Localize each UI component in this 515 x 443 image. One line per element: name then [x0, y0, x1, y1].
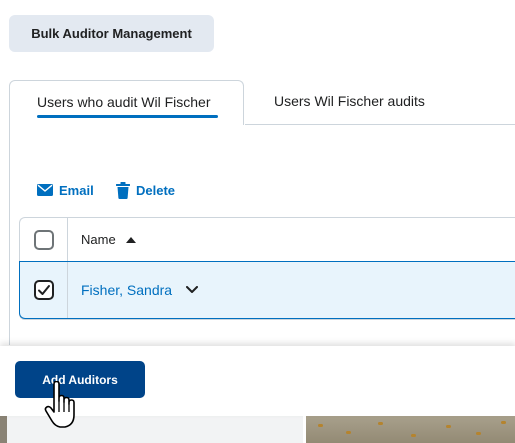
- column-divider: [67, 262, 68, 318]
- envelope-icon: [37, 184, 53, 196]
- table-header-row: Name: [20, 218, 515, 262]
- image-texture: [318, 424, 323, 427]
- auditors-table: Name Fisher, Sandra: [19, 217, 515, 320]
- tab-users-who-audit[interactable]: Users who audit Wil Fischer: [9, 80, 244, 125]
- image-texture: [378, 422, 383, 425]
- panel-border: [9, 125, 10, 345]
- trash-icon: [116, 181, 130, 199]
- image-texture: [346, 431, 351, 434]
- table-row[interactable]: Fisher, Sandra: [19, 261, 515, 319]
- column-divider: [67, 218, 68, 261]
- background-image-left: [0, 416, 7, 443]
- email-button[interactable]: Email: [37, 180, 94, 200]
- tab-divider: [245, 124, 515, 125]
- chevron-down-icon[interactable]: [186, 286, 198, 294]
- bulk-auditor-management-button[interactable]: Bulk Auditor Management: [9, 15, 214, 52]
- delete-label: Delete: [136, 182, 176, 198]
- background-image-right: [306, 416, 515, 443]
- selected-tab-indicator: [37, 115, 218, 118]
- add-auditors-button[interactable]: Add Auditors: [15, 361, 145, 398]
- checkmark-icon: [38, 285, 50, 295]
- user-name-link[interactable]: Fisher, Sandra: [81, 282, 172, 298]
- tab-users-who-audit-label: Users who audit Wil Fischer: [37, 94, 211, 110]
- image-texture: [411, 434, 416, 437]
- hand-pointer-cursor-icon: [44, 381, 75, 428]
- sort-ascending-icon: [125, 236, 136, 243]
- image-texture: [501, 421, 506, 424]
- image-texture: [476, 432, 481, 435]
- select-all-checkbox[interactable]: [34, 230, 54, 250]
- row-checkbox[interactable]: [34, 280, 54, 300]
- delete-button[interactable]: Delete: [116, 180, 175, 200]
- tab-bar: Users who audit Wil Fischer Users Wil Fi…: [0, 80, 515, 125]
- name-column-header[interactable]: Name: [81, 232, 136, 247]
- tab-users-audited[interactable]: Users Wil Fischer audits: [274, 93, 425, 109]
- email-label: Email: [59, 182, 94, 198]
- image-texture: [446, 425, 451, 428]
- name-column-label: Name: [81, 232, 116, 247]
